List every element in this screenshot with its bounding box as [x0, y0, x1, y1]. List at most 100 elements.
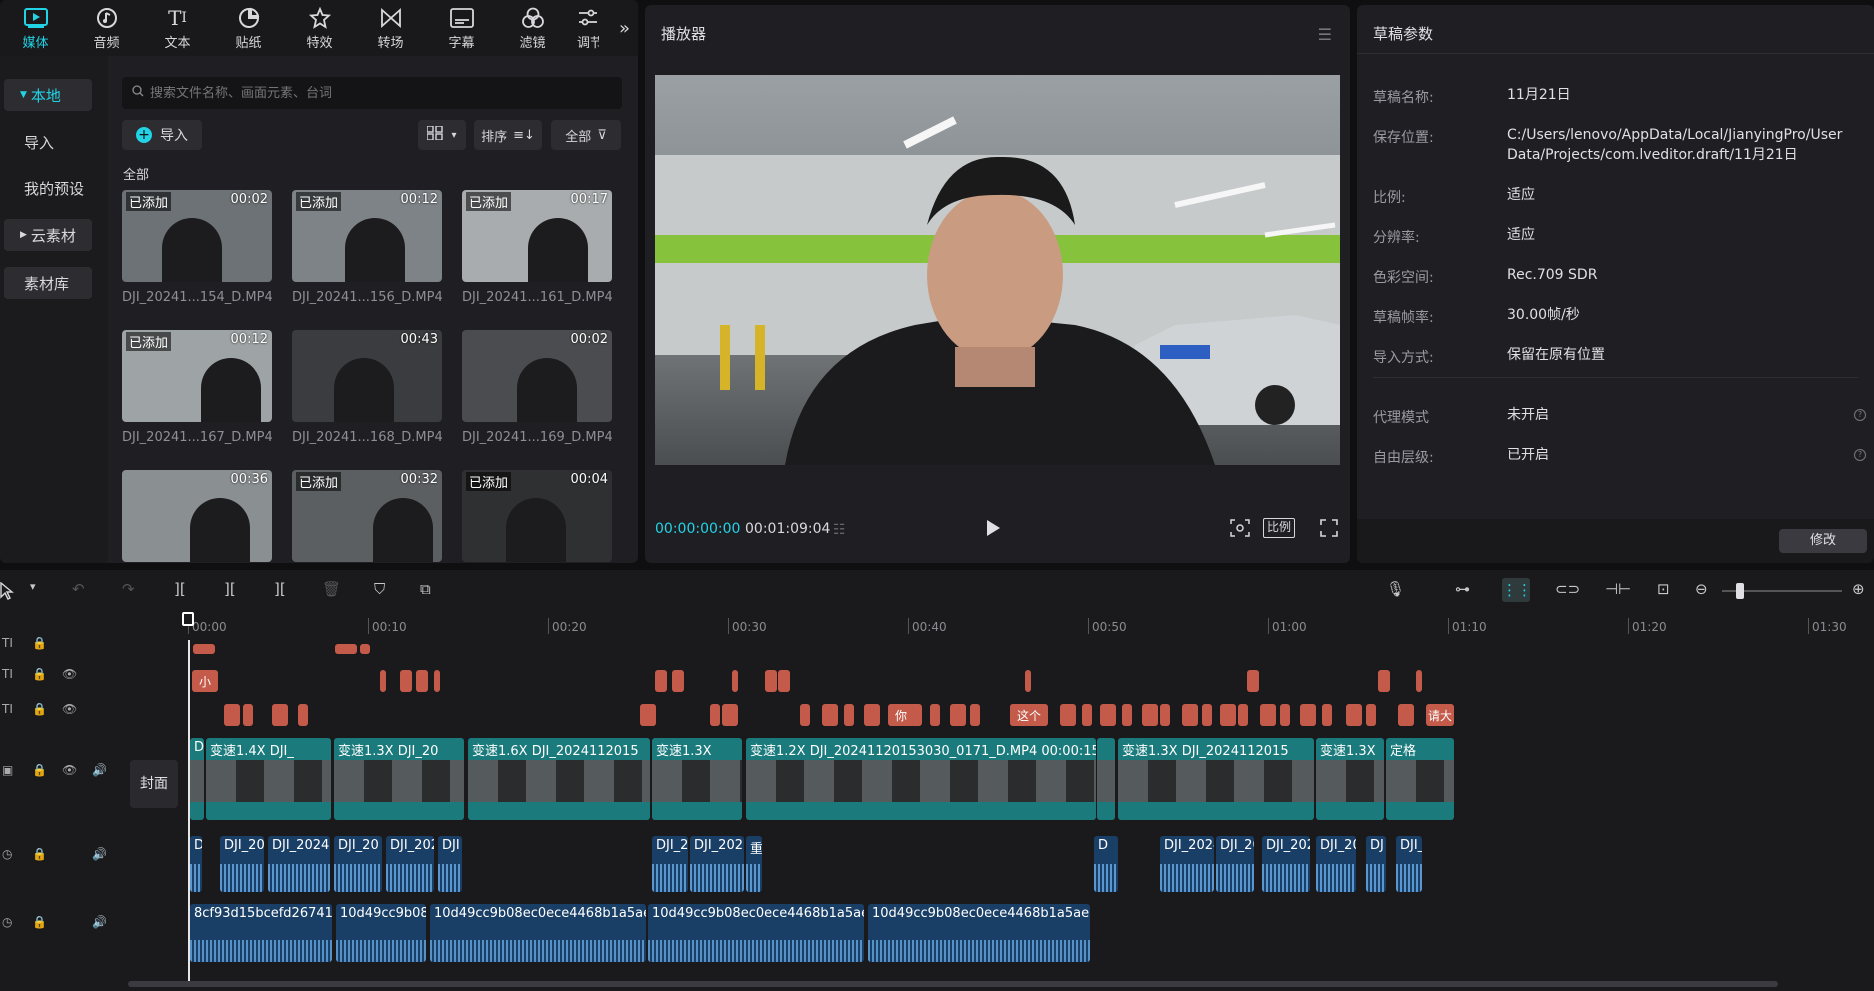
- media-thumbnail[interactable]: 已添加 00:12: [292, 190, 442, 282]
- music-clip[interactable]: 10d49cc9b08e: [336, 904, 426, 962]
- audio-clip[interactable]: D: [190, 836, 202, 892]
- waveform-list-icon[interactable]: ☷: [833, 522, 846, 538]
- delete-left-icon[interactable]: ][: [224, 580, 236, 598]
- video-clip[interactable]: 变速1.6X DJI_2024112015: [468, 738, 650, 820]
- eye-icon[interactable]: 👁: [62, 763, 77, 777]
- play-button[interactable]: [985, 519, 1001, 541]
- tab-filter[interactable]: 滤镜: [497, 0, 568, 56]
- eye-icon[interactable]: 👁: [62, 702, 77, 716]
- chevron-down-icon[interactable]: ▾: [30, 580, 36, 593]
- speaker-icon[interactable]: 🔊: [92, 763, 107, 777]
- tab-subtitle[interactable]: 字幕: [426, 0, 497, 56]
- audio-clip[interactable]: DJI_202: [1262, 836, 1310, 892]
- media-thumbnail[interactable]: 00:36: [122, 470, 272, 562]
- text-clip[interactable]: 这个: [1010, 704, 1048, 726]
- redo-icon[interactable]: ↷: [122, 580, 135, 598]
- media-thumbnail[interactable]: 已添加 00:04: [462, 470, 612, 562]
- zoom-slider-handle[interactable]: [1736, 583, 1744, 599]
- playhead-handle[interactable]: [182, 612, 194, 626]
- text-clip[interactable]: [765, 670, 777, 692]
- text-clip[interactable]: [1122, 704, 1132, 726]
- text-clip[interactable]: [710, 704, 720, 726]
- microphone-icon[interactable]: 🎙: [1386, 580, 1405, 598]
- text-clip[interactable]: [1300, 704, 1316, 726]
- nav-cloud[interactable]: ▶ 云素材: [4, 219, 92, 251]
- text-clip[interactable]: [722, 704, 738, 726]
- cover-button[interactable]: 封面: [130, 760, 178, 808]
- screenshot-button[interactable]: [1230, 519, 1250, 541]
- text-clip[interactable]: [1160, 704, 1170, 726]
- audio-clip[interactable]: DJI_2024: [1160, 836, 1214, 892]
- text-clip[interactable]: [1025, 670, 1031, 692]
- media-thumbnail[interactable]: 已添加 00:02: [122, 190, 272, 282]
- music-clip[interactable]: 8cf93d15bcefd26741c9: [190, 904, 332, 962]
- tab-media[interactable]: 媒体: [0, 0, 71, 56]
- music-clip[interactable]: 10d49cc9b08ec0ece4468b1a5ae15c: [430, 904, 646, 962]
- media-thumbnail[interactable]: 已添加 00:12: [122, 330, 272, 422]
- text-clip[interactable]: [400, 670, 412, 692]
- text-clip[interactable]: [224, 704, 240, 726]
- help-icon[interactable]: ?: [1854, 409, 1866, 421]
- audio-clip[interactable]: DJI_2: [652, 836, 688, 892]
- text-clip[interactable]: [335, 644, 357, 654]
- snap-icon[interactable]: ⋮⋮: [1502, 578, 1532, 602]
- text-clip[interactable]: [298, 704, 308, 726]
- ratio-button[interactable]: 比例: [1263, 518, 1296, 538]
- more-tabs-button[interactable]: »: [619, 18, 630, 39]
- text-clip[interactable]: [1398, 704, 1414, 726]
- text-clip[interactable]: [864, 704, 880, 726]
- lock-icon[interactable]: 🔒: [32, 636, 47, 650]
- tab-sticker[interactable]: 贴纸: [213, 0, 284, 56]
- video-clip[interactable]: D: [190, 738, 204, 820]
- trash-icon[interactable]: 🗑: [322, 580, 341, 598]
- text-clip[interactable]: [1247, 670, 1259, 692]
- video-clip[interactable]: 定格: [1386, 738, 1454, 820]
- audio-clip[interactable]: DJI_20241: [268, 836, 330, 892]
- music-clip[interactable]: 10d49cc9b08ec0ece4468b1a5ae15c: [868, 904, 1090, 962]
- text-clip[interactable]: [672, 670, 684, 692]
- text-clip[interactable]: [1260, 704, 1276, 726]
- marker-icon[interactable]: ⛉: [374, 580, 385, 598]
- auto-caption-icon[interactable]: ⧉: [420, 580, 431, 598]
- zoom-in-icon[interactable]: ⊕: [1852, 580, 1865, 598]
- text-clip[interactable]: [950, 704, 966, 726]
- tab-audio[interactable]: 音频: [71, 0, 142, 56]
- search-input[interactable]: [150, 85, 590, 101]
- sort-button[interactable]: 排序 ≡↓: [474, 120, 542, 150]
- text-clip[interactable]: [1182, 704, 1198, 726]
- tab-adjust[interactable]: 调节: [568, 0, 608, 56]
- text-clip[interactable]: [360, 644, 370, 654]
- import-button[interactable]: + 导入: [122, 120, 202, 150]
- video-clip[interactable]: [1097, 738, 1115, 820]
- text-clip[interactable]: [1238, 704, 1248, 726]
- text-clip[interactable]: [970, 704, 980, 726]
- text-clip[interactable]: [1280, 704, 1290, 726]
- lock-icon[interactable]: 🔒: [32, 763, 47, 777]
- zoom-out-icon[interactable]: ⊖: [1695, 580, 1708, 598]
- text-clip[interactable]: [655, 670, 667, 692]
- text-clip[interactable]: [1100, 704, 1116, 726]
- audio-clip[interactable]: DJI_20: [220, 836, 264, 892]
- text-clip[interactable]: [272, 704, 288, 726]
- media-thumbnail[interactable]: 已添加 00:17: [462, 190, 612, 282]
- audio-clip[interactable]: DJ: [1366, 836, 1386, 892]
- media-thumbnail[interactable]: 已添加 00:32: [292, 470, 442, 562]
- text-clip[interactable]: [243, 704, 253, 726]
- speaker-icon[interactable]: 🔊: [92, 847, 107, 861]
- text-clip[interactable]: 请大: [1426, 704, 1454, 726]
- text-clip[interactable]: [1142, 704, 1158, 726]
- tab-text[interactable]: TI 文本: [142, 0, 213, 56]
- text-clip[interactable]: 你: [890, 704, 912, 726]
- media-thumbnail[interactable]: 00:43: [292, 330, 442, 422]
- undo-icon[interactable]: ↶: [72, 580, 85, 598]
- text-clip[interactable]: [1416, 670, 1422, 692]
- nav-library[interactable]: 素材库: [4, 267, 92, 299]
- select-tool-icon[interactable]: [0, 581, 14, 604]
- tab-transition[interactable]: 转场: [355, 0, 426, 56]
- split-icon[interactable]: ][: [174, 580, 186, 598]
- text-clip[interactable]: [416, 670, 428, 692]
- search-bar[interactable]: [122, 77, 622, 109]
- text-clip[interactable]: [193, 644, 215, 654]
- text-clip[interactable]: [1202, 704, 1212, 726]
- lock-icon[interactable]: 🔒: [32, 702, 47, 716]
